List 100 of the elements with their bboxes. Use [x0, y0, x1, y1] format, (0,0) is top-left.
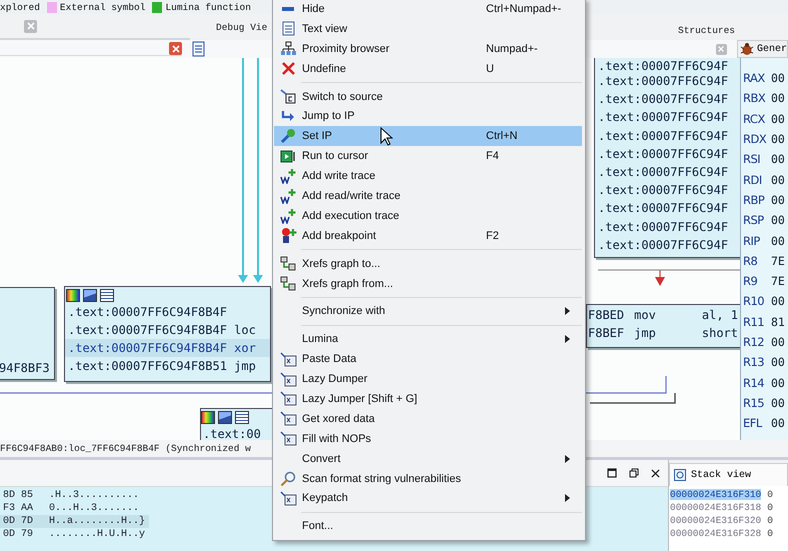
shortcut-text: F4 [486, 150, 499, 162]
register-name: R8 [743, 254, 758, 268]
hex-row: 0D 7D H..a........H..} [0, 515, 150, 528]
code-line: .text:00007FF6C94F8B51 jmp [68, 358, 257, 375]
menu-item[interactable]: Convert [274, 448, 582, 469]
register-name: R13 [743, 355, 766, 370]
shortcut-text: F2 [486, 230, 499, 242]
register-name: RDI [743, 172, 763, 187]
register-name: EFL [743, 416, 764, 430]
tab-title[interactable]: Structures [678, 18, 736, 36]
code-operands: al, 1 [702, 307, 738, 324]
code-line: .text:00007FF6C94F [598, 218, 730, 236]
code-line: .text:00007FF6C94F [598, 182, 730, 200]
stack-address: 00000024E316F310 [670, 489, 762, 500]
register-value: 00 [771, 376, 785, 390]
register-name: R9 [743, 274, 758, 288]
code-line: .text:00007FF6C94F8B4F loc [68, 322, 257, 339]
code-mnemonic: mov [634, 307, 656, 324]
menu-item[interactable]: Text view [274, 18, 582, 39]
legend-label: External symbol [60, 2, 146, 12]
register-value: 00 [771, 112, 785, 126]
menu-item[interactable]: Hide Ctrl+Numpad+- [274, 0, 582, 19]
menu-item[interactable]: Xrefs graph from... [274, 274, 582, 294]
menu-item[interactable]: Synchronize with [274, 301, 582, 322]
code-line: .text:00007FF6C94F [598, 146, 730, 163]
register-name: R15 [743, 396, 766, 410]
register-name: RIP [743, 234, 761, 248]
code-line: 94F8BF3 [0, 360, 51, 377]
code-line: .text:00007FF6C94F [598, 60, 730, 72]
register-name: RCX [743, 112, 766, 126]
code-address: F8BED [588, 307, 624, 324]
register-value: 00 [771, 172, 785, 187]
code-address: F8BEF [588, 325, 624, 342]
register-name: RSP [743, 213, 765, 228]
menu-item[interactable]: Add breakpoint F2 [274, 226, 582, 246]
register-value: 00 [771, 152, 785, 166]
menu-item[interactable]: Switch to source [274, 86, 582, 106]
shortcut-text: Ctrl+Numpad+- [486, 2, 562, 15]
shortcut-text: Ctrl+N [486, 130, 518, 142]
code-mnemonic: jmp [634, 325, 656, 342]
menu-item[interactable]: Font... [274, 516, 582, 536]
hex-row-text: F3 AA 0...H..3....... [2, 502, 140, 515]
register-name: RSI [743, 152, 762, 166]
stack-value: 0 [767, 515, 773, 526]
register-value: 00 [771, 192, 785, 207]
register-value: 00 [771, 234, 785, 248]
menu-item[interactable]: Undefine U [274, 58, 582, 79]
menu-item[interactable]: Keypatch [274, 488, 582, 508]
shortcut-text: U [486, 62, 494, 75]
legend-label: Lumina function [165, 2, 251, 12]
menu-item[interactable]: Add write trace [274, 166, 582, 186]
menu-item[interactable]: Paste Data [274, 349, 582, 370]
stack-address: 00000024E316F320 [670, 515, 762, 526]
code-line: .text:00007FF6C94F [598, 164, 730, 182]
register-value: 00 [771, 396, 785, 410]
menu-item[interactable]: Scan format string vulnerabilities [274, 468, 582, 488]
register-value: 7E [771, 274, 785, 288]
code-line: .text:00007FF6C94F [598, 109, 730, 126]
menu-item[interactable]: Add read/write trace [274, 186, 582, 206]
register-name: R14 [743, 376, 766, 390]
menu-item[interactable]: Xrefs graph to... [274, 254, 582, 274]
stack-address: 00000024E316F318 [670, 502, 762, 513]
register-value: 7E [771, 254, 785, 268]
register-name: R10 [743, 294, 766, 308]
register-name: RDX [743, 132, 768, 146]
menu-item[interactable]: Add execution trace [274, 206, 582, 226]
menu-item[interactable]: Run to cursor F4 [274, 146, 582, 166]
stack-value: 0 [767, 528, 773, 539]
menu-item[interactable]: Lazy Jumper [Shift + G] [274, 389, 582, 409]
menu-item[interactable]: Jump to IP [274, 106, 582, 126]
shortcut-text: Numpad+- [486, 42, 538, 55]
register-value: 00 [771, 294, 785, 308]
menu-item[interactable]: Lumina [274, 329, 582, 350]
tab-title[interactable]: Debug Vie [216, 22, 268, 32]
general-registers-tab[interactable]: Gener [736, 40, 788, 58]
menu-item[interactable]: Fill with NOPs [274, 428, 582, 449]
menu-item[interactable]: Get xored data [274, 408, 582, 429]
register-value: 00 [771, 71, 785, 86]
hex-row-text: 0D 79 ........H.U.H..y [2, 528, 146, 541]
register-value: 00 [771, 335, 785, 349]
stack-view-tab[interactable]: Stack view [669, 463, 788, 486]
register-value: 81 [771, 314, 785, 329]
code-line: .text:00 [203, 426, 262, 440]
code-operands: short [702, 325, 738, 342]
menu-item[interactable]: Set IP Ctrl+N [274, 126, 582, 146]
code-line: .text:00007FF6C94F [598, 73, 730, 90]
menu-item[interactable]: Proximity browser Numpad+- [274, 38, 582, 59]
code-line: .text:00007FF6C94F [598, 128, 730, 145]
code-line: .text:00007FF6C94F [598, 91, 730, 108]
register-value: 00 [771, 213, 785, 228]
code-line: .text:00007FF6C94F8B4F [68, 304, 228, 321]
stack-address: 00000024E316F328 [670, 528, 762, 539]
legend-label: xplored [0, 2, 40, 12]
stack-value: 0 [767, 502, 773, 513]
register-value: 00 [771, 416, 785, 430]
register-name: RAX [743, 71, 766, 86]
code-line: .text:00007FF6C94F [598, 236, 730, 254]
menu-item[interactable]: Lazy Dumper [274, 369, 582, 390]
code-line: .text:00007FF6C94F [598, 200, 730, 218]
hex-row-text: 8D 85 .H..3.......... [2, 489, 140, 502]
